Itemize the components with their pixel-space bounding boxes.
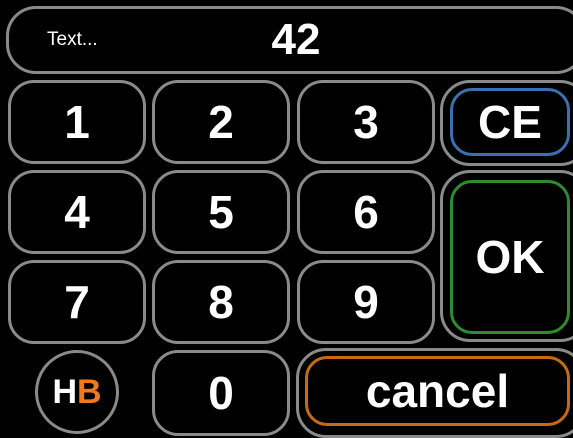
ce-button[interactable]: CE — [450, 88, 570, 156]
digit-9-button[interactable]: 9 — [297, 260, 435, 344]
digit-8-button[interactable]: 8 — [152, 260, 290, 344]
logo-letter-h: H — [52, 372, 77, 411]
logo-letter-b: B — [77, 372, 102, 411]
digit-7-button[interactable]: 7 — [8, 260, 146, 344]
digit-3-button[interactable]: 3 — [297, 80, 435, 164]
digit-2-button[interactable]: 2 — [152, 80, 290, 164]
digit-4-button[interactable]: 4 — [8, 170, 146, 254]
digit-0-button[interactable]: 0 — [152, 350, 290, 436]
hb-logo-button[interactable]: HB — [35, 350, 119, 434]
digit-6-button[interactable]: 6 — [297, 170, 435, 254]
digit-5-button[interactable]: 5 — [152, 170, 290, 254]
display-label: Text... — [47, 29, 98, 50]
digit-1-button[interactable]: 1 — [8, 80, 146, 164]
ok-button[interactable]: OK — [450, 180, 570, 334]
cancel-button[interactable]: cancel — [305, 356, 570, 426]
number-display: 42 Text... — [6, 6, 573, 74]
